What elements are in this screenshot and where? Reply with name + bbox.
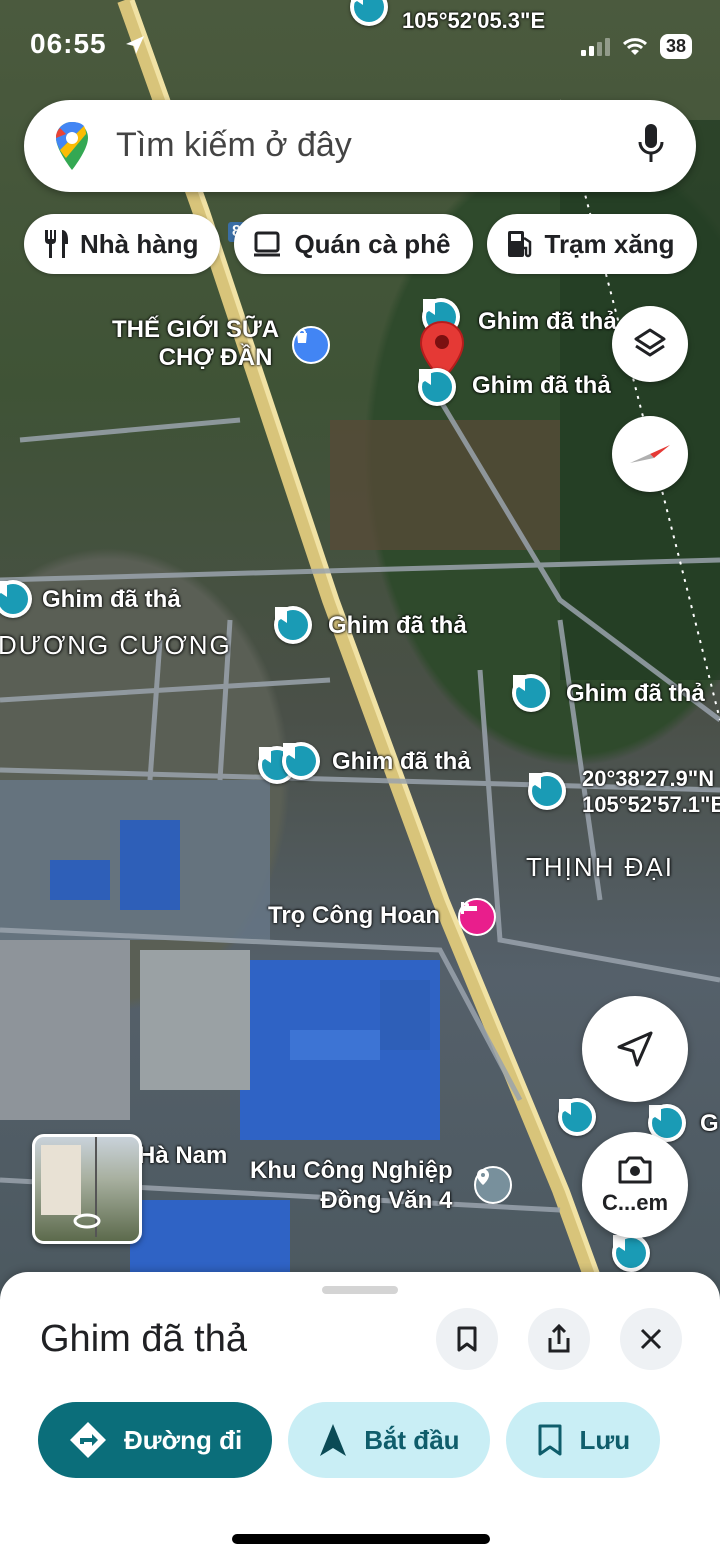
layers-icon: [634, 328, 666, 357]
pin-label[interactable]: Ghim đã thả: [328, 612, 467, 640]
poi-label-industrial-park[interactable]: Khu Công Nghiệp Đồng Văn 4: [250, 1156, 453, 1216]
poi-label-milk-store[interactable]: THẾ GIỚI SỮA CHỢ ĐẦN: [112, 316, 279, 372]
gas-station-icon: [507, 231, 531, 258]
pin-label[interactable]: Ghim đã thả: [42, 586, 181, 614]
pin-label[interactable]: Ghim đã thả: [472, 372, 611, 400]
compass-icon: [630, 445, 670, 463]
search-input[interactable]: Tìm kiếm ở đây: [116, 126, 352, 165]
street-view-building: [41, 1145, 81, 1215]
status-indicators: 38: [580, 34, 692, 59]
share-icon: [548, 1324, 570, 1353]
google-maps-logo-icon: [56, 122, 88, 170]
navigation-arrow-icon: [617, 1031, 653, 1067]
camera-button-label: C...em: [601, 1190, 669, 1215]
poi-label-line: THẾ GIỚI SỮA: [112, 316, 280, 343]
shopping-icon[interactable]: [292, 326, 330, 364]
poi-label-line: CHỢ ĐẦN: [158, 344, 273, 371]
bookmark-icon: [351, 0, 384, 22]
camera-lens-button[interactable]: C...em: [582, 1132, 688, 1238]
bookmark-icon: [0, 581, 28, 614]
bookmark-icon: [649, 1105, 682, 1138]
poi-label-hotel[interactable]: Trọ Công Hoan: [268, 902, 440, 930]
home-indicator: [232, 1534, 490, 1544]
bookmark-icon: [613, 1235, 646, 1268]
battery-indicator: 38: [659, 34, 692, 59]
longitude-text: 105°52'57.1"E: [582, 792, 720, 817]
poi-label-line: Khu Công Nghiệp: [250, 1157, 453, 1184]
save-button[interactable]: Lưu: [505, 1402, 661, 1478]
map-view[interactable]: Ghim đã thả Ghim đã thả THẾ GIỚI SỮA CHỢ…: [0, 0, 720, 1300]
poi-label-line: Đồng Văn 4: [320, 1187, 453, 1214]
restaurant-icon: [45, 230, 68, 258]
pin-label[interactable]: Ghim đã thả: [478, 308, 617, 336]
street-view-thumbnail[interactable]: [32, 1134, 142, 1244]
place-bottom-sheet[interactable]: Ghim đã thả Đường đi Bắt đầu Lưu: [0, 1272, 720, 1559]
layers-button[interactable]: [612, 306, 688, 382]
bookmark-icon: [275, 607, 308, 640]
place-icon[interactable]: [474, 1166, 512, 1204]
dropped-pin-marker[interactable]: [558, 1098, 596, 1136]
action-label: Bắt đầu: [364, 1424, 460, 1455]
wifi-icon: [622, 37, 647, 55]
area-label-thinh-dai: THỊNH ĐẠI: [526, 852, 674, 882]
dropped-pin-marker[interactable]: [612, 1234, 650, 1272]
chip-label: Nhà hàng: [80, 228, 199, 259]
chip-gas-station[interactable]: Trạm xăng: [486, 214, 697, 274]
close-button[interactable]: [620, 1308, 682, 1370]
bookmark-icon: [419, 369, 452, 402]
coffee-icon: [254, 231, 281, 257]
my-location-button[interactable]: [582, 996, 688, 1102]
sheet-drag-handle[interactable]: [322, 1286, 398, 1294]
microphone-icon[interactable]: [636, 122, 666, 166]
rotate-360-icon: [73, 1213, 101, 1229]
area-label-duong-cuong: DƯƠNG CƯƠNG: [0, 630, 232, 660]
dropped-pin-marker[interactable]: [282, 742, 320, 780]
status-time: 06:55: [30, 28, 107, 59]
coordinate-label[interactable]: 20°38'27.9"N 105°52'57.1"E: [582, 766, 720, 818]
bookmark-icon: [457, 1326, 477, 1352]
hotel-icon[interactable]: [458, 898, 496, 936]
camera-icon: [618, 1156, 652, 1184]
pin-label-truncated[interactable]: G: [700, 1110, 719, 1138]
chip-restaurants[interactable]: Nhà hàng: [24, 214, 221, 274]
share-button[interactable]: [528, 1308, 590, 1370]
poi-label-ha-nam[interactable]: Hà Nam: [138, 1142, 227, 1170]
action-label: Lưu: [579, 1424, 631, 1455]
navigation-icon: [320, 1424, 347, 1456]
latitude-text: 20°38'27.9"N: [582, 766, 715, 791]
bookmark-icon: [283, 743, 316, 776]
pin-label[interactable]: Ghim đã thả: [566, 680, 705, 708]
bookmark-icon: [513, 675, 546, 708]
start-navigation-button[interactable]: Bắt đầu: [288, 1402, 490, 1478]
bookmark-icon: [538, 1424, 562, 1456]
compass-button[interactable]: [612, 416, 688, 492]
dropped-pin-marker[interactable]: [418, 368, 456, 406]
chip-label: Trạm xăng: [544, 228, 675, 259]
chip-coffee[interactable]: Quán cà phê: [234, 214, 473, 274]
dropped-pin-marker[interactable]: [512, 674, 550, 712]
dropped-pin-marker[interactable]: [528, 772, 566, 810]
bookmark-icon: [529, 773, 562, 806]
status-bar: 06:55 38: [0, 22, 720, 72]
close-icon: [640, 1328, 662, 1350]
directions-button[interactable]: Đường đi: [38, 1402, 273, 1478]
search-bar[interactable]: Tìm kiếm ở đây: [24, 100, 696, 192]
sheet-icon-buttons: [436, 1308, 682, 1370]
pin-label[interactable]: Ghim đã thả: [332, 748, 471, 776]
action-label: Đường đi: [124, 1424, 243, 1455]
location-arrow-icon: [126, 36, 144, 54]
signal-icon: [580, 37, 610, 56]
save-bookmark-button[interactable]: [436, 1308, 498, 1370]
directions-icon: [70, 1422, 106, 1458]
bookmark-icon: [559, 1099, 592, 1132]
category-chips: Nhà hàng Quán cà phê Trạm xăng: [24, 214, 697, 274]
chip-label: Quán cà phê: [294, 228, 451, 259]
action-buttons: Đường đi Bắt đầu Lưu: [38, 1402, 661, 1478]
place-title: Ghim đã thả: [40, 1318, 247, 1360]
dropped-pin-marker[interactable]: [274, 606, 312, 644]
